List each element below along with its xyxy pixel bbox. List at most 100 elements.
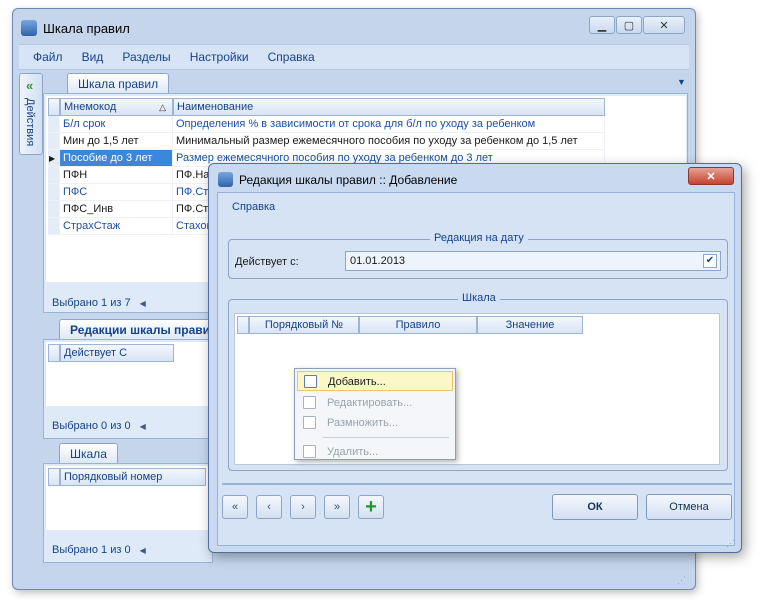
last-record-button[interactable]: » [324, 495, 350, 519]
duplicate-doc-icon [303, 416, 316, 429]
dialog-title: Редакция шкалы правил :: Добавление [239, 173, 458, 187]
scale-status-text: Выбрано 1 из 0 [52, 544, 131, 556]
valid-from-label: Действует с: [235, 256, 299, 268]
cell-mnemocode: ПФС [60, 184, 173, 201]
column-header-rule[interactable]: Правило [359, 316, 477, 334]
rules-status: Выбрано 1 из 7 ◀ [52, 297, 146, 309]
tab-revisions[interactable]: Редакции шкалы правил [59, 319, 229, 340]
row-header-corner [48, 344, 60, 362]
column-label: Мнемокод [64, 101, 117, 113]
cell-name: Минимальный размер ежемесячного пособия … [173, 133, 605, 150]
valid-from-field[interactable]: 01.01.2013 ✔ [345, 251, 721, 271]
maximize-button[interactable]: ▢ [616, 16, 642, 34]
column-header-valid-from[interactable]: Действует С [60, 344, 174, 362]
row-indicator [48, 167, 60, 184]
revisions-status: Выбрано 0 из 0 ◀ [52, 420, 146, 432]
cell-mnemocode: Мин до 1,5 лет [60, 133, 173, 150]
context-add[interactable]: Добавить... [297, 371, 453, 391]
edit-revision-dialog: Редакция шкалы правил :: Добавление ✕ Сп… [208, 163, 742, 553]
menu-sections[interactable]: Разделы [114, 45, 178, 69]
cell-name: Определения % в зависимости от срока для… [173, 116, 605, 133]
column-header-name[interactable]: Наименование [173, 98, 605, 116]
ok-button[interactable]: ОК [552, 494, 638, 520]
context-edit[interactable]: Редактировать... [297, 393, 453, 413]
context-menu: Добавить... Редактировать... Размножить.… [294, 368, 456, 460]
prev-record-button[interactable]: ‹ [256, 495, 282, 519]
row-header-corner [237, 316, 249, 334]
context-add-label: Добавить... [328, 376, 386, 388]
context-separator [323, 437, 449, 438]
divider [222, 483, 732, 485]
cell-mnemocode: ПФН [60, 167, 173, 184]
row-indicator [48, 184, 60, 201]
dialog-close-button[interactable]: ✕ [688, 167, 734, 185]
side-tab-actions[interactable]: « Действия [19, 73, 43, 155]
dialog-body: Справка Редакция на дату Действует с: 01… [217, 192, 735, 546]
scale-grid: Порядковый номер [46, 466, 210, 530]
scale-status: Выбрано 1 из 0 ◀ [52, 544, 146, 556]
checkbox-icon[interactable]: ✔ [703, 254, 717, 268]
revisions-panel: Действует С Выбрано 0 из 0 ◀ [43, 339, 213, 439]
column-header-order[interactable]: Порядковый № [249, 316, 359, 334]
context-edit-label: Редактировать... [327, 397, 413, 409]
scroll-left-icon[interactable]: ◀ [140, 546, 146, 555]
dialog-menu-help[interactable]: Справка [232, 201, 275, 213]
resize-grip-icon[interactable]: ⋰ [677, 575, 689, 587]
menu-help[interactable]: Справка [260, 45, 323, 69]
column-header-value[interactable]: Значение [477, 316, 583, 334]
revisions-status-text: Выбрано 0 из 0 [52, 420, 131, 432]
scale-panel: Порядковый номер Выбрано 1 из 0 ◀ [43, 463, 213, 563]
add-doc-icon [304, 375, 317, 388]
menu-settings[interactable]: Настройки [182, 45, 257, 69]
menu-view[interactable]: Вид [74, 45, 112, 69]
window-title: Шкала правил [43, 21, 130, 36]
scroll-left-icon[interactable]: ◀ [140, 299, 146, 308]
menu-file[interactable]: Файл [25, 45, 71, 69]
plus-icon: + [365, 495, 377, 518]
scroll-left-icon[interactable]: ◀ [140, 422, 146, 431]
edit-doc-icon [303, 396, 316, 409]
row-header-corner [48, 98, 60, 116]
context-duplicate-label: Размножить... [327, 417, 399, 429]
arrow-left-icon: « [26, 78, 34, 93]
row-indicator: ▶ [48, 150, 60, 167]
context-delete[interactable]: Удалить... [297, 442, 453, 462]
tab-scale[interactable]: Шкала [59, 443, 118, 464]
context-delete-label: Удалить... [327, 446, 379, 458]
add-record-button[interactable]: + [358, 495, 384, 519]
cell-mnemocode: Пособие до 3 лет [60, 150, 173, 167]
dialog-app-icon [218, 172, 233, 187]
next-record-button[interactable]: › [290, 495, 316, 519]
valid-from-value: 01.01.2013 [350, 255, 406, 267]
table-row[interactable]: Б/л срок Определения % в зависимости от с… [48, 116, 684, 133]
cancel-button[interactable]: Отмена [646, 494, 732, 520]
cell-mnemocode: ПФС_Инв [60, 201, 173, 218]
first-record-button[interactable]: « [222, 495, 248, 519]
column-header-order-number[interactable]: Порядковый номер [60, 468, 206, 486]
row-indicator [48, 201, 60, 218]
dialog-resize-grip-icon[interactable]: ⋰ [726, 538, 735, 549]
close-button[interactable]: ✕ [643, 16, 685, 34]
column-header-mnemocode[interactable]: Мнемокод △ [60, 98, 173, 116]
revisions-grid: Действует С [46, 342, 210, 406]
context-duplicate[interactable]: Размножить... [297, 413, 453, 433]
app-icon [21, 20, 37, 36]
row-indicator [48, 218, 60, 235]
minimize-button[interactable]: ▁ [589, 16, 615, 34]
row-header-corner [48, 468, 60, 486]
menu-bar: Файл Вид Разделы Настройки Справка [19, 44, 689, 70]
side-tab-label: Действия [24, 98, 36, 147]
row-indicator [48, 133, 60, 150]
group-revision-date-title: Редакция на дату [430, 232, 528, 244]
table-row[interactable]: Мин до 1,5 лет Минимальный размер ежемеся… [48, 133, 684, 150]
sort-asc-icon: △ [159, 102, 166, 112]
row-indicator [48, 116, 60, 133]
tab-rules-scale[interactable]: Шкала правил [67, 73, 170, 94]
main-tab-strip: Шкала правил ▼ [51, 73, 691, 94]
rules-status-text: Выбрано 1 из 7 [52, 297, 131, 309]
cell-mnemocode: Б/л срок [60, 116, 173, 133]
chevron-down-icon[interactable]: ▼ [677, 77, 686, 87]
cell-mnemocode: СтрахСтаж [60, 218, 173, 235]
group-scale-title: Шкала [458, 292, 500, 304]
delete-doc-icon [303, 445, 316, 458]
